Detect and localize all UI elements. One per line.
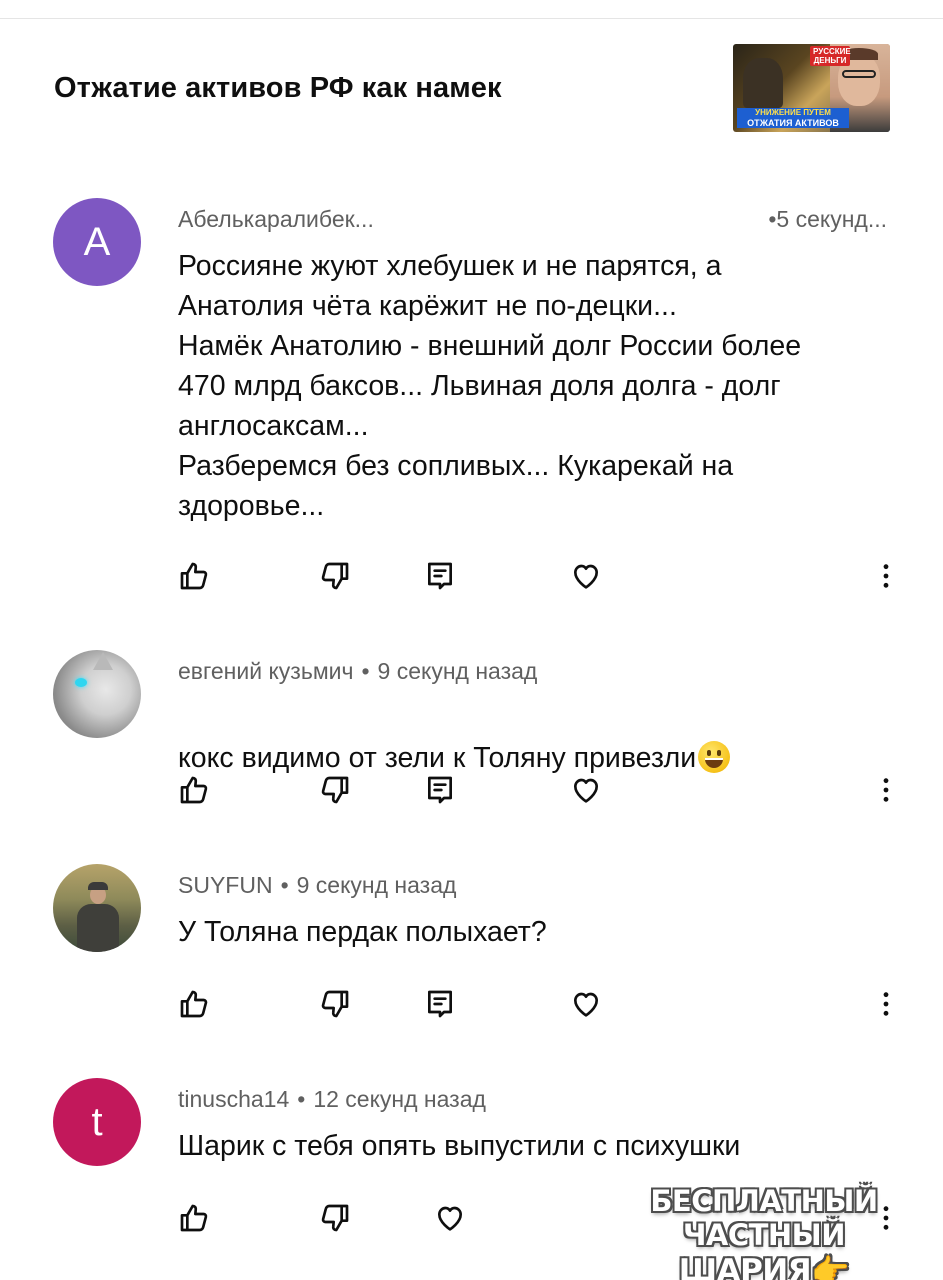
avatar-cat-eye	[75, 678, 87, 687]
more-vertical-icon	[883, 564, 889, 588]
reply-icon	[428, 562, 452, 590]
top-divider	[0, 18, 943, 19]
comment-meta: tinuscha14 • 12 секунд назад	[178, 1086, 486, 1113]
comment-meta: •5 секунд...	[768, 206, 887, 233]
thumb-up-icon	[180, 990, 208, 1018]
thumb-down-icon	[321, 990, 349, 1018]
heart-button[interactable]	[566, 770, 606, 810]
thumb-down-icon	[321, 562, 349, 590]
dislike-button[interactable]	[315, 1198, 355, 1238]
comment-actions	[0, 984, 943, 1024]
video-title[interactable]: Отжатие активов РФ как намек	[54, 72, 502, 105]
grinning-face-emoji-icon	[698, 741, 731, 773]
watermark-line1: БЕСПЛАТНЫЙ ЧАСТНЫЙ	[650, 1184, 878, 1252]
heart-button[interactable]	[566, 984, 606, 1024]
thumb-up-icon	[180, 1204, 208, 1232]
meta-separator: •	[361, 658, 370, 684]
watermark: БЕСПЛАТНЫЙ ЧАСТНЫЙ ШАРИЯ👉Sharij.net	[604, 1184, 924, 1280]
comment-time: 9 секунд назад	[377, 658, 538, 684]
heart-icon	[574, 778, 598, 803]
thumb-down-icon	[321, 776, 349, 804]
reply-icon	[428, 990, 452, 1018]
heart-button[interactable]	[566, 556, 606, 596]
thumbnail-figure	[743, 58, 783, 108]
dislike-button[interactable]	[315, 556, 355, 596]
comment-meta: SUYFUN • 9 секунд назад	[178, 872, 456, 899]
heart-button[interactable]	[430, 1198, 470, 1238]
comment-author[interactable]: SUYFUN	[178, 872, 273, 898]
comment-author[interactable]: евгений кузьмич	[178, 658, 353, 684]
more-options-button[interactable]	[866, 556, 906, 596]
avatar[interactable]: t	[53, 1078, 141, 1166]
like-button[interactable]	[174, 556, 214, 596]
comment-time: 5 секунд...	[776, 206, 887, 232]
comment-author[interactable]: tinuscha14	[178, 1086, 289, 1112]
watermark-line2: ШАРИЯ👉Sharij.net	[678, 1253, 850, 1280]
thumbnail-badge: РУССКИЕ ДЕНЬГИ	[810, 46, 851, 66]
avatar[interactable]	[53, 864, 141, 952]
reply-button[interactable]	[420, 984, 460, 1024]
meta-separator: •	[280, 872, 289, 898]
comment-actions	[0, 770, 943, 810]
avatar[interactable]: A	[53, 198, 141, 286]
more-options-button[interactable]	[866, 770, 906, 810]
thumbnail-presenter-glasses	[842, 70, 876, 78]
comment-text: Шарик с тебя опять выпустили с психушки	[178, 1130, 741, 1162]
dislike-button[interactable]	[315, 770, 355, 810]
thumb-up-icon	[180, 562, 208, 590]
heart-icon	[574, 992, 598, 1017]
thumb-up-icon	[180, 776, 208, 804]
comment-text: Россияне жуют хлебушек и не парятся, а А…	[178, 250, 802, 522]
video-thumbnail[interactable]: РУССКИЕ ДЕНЬГИ УНИЖЕНИЕ ПУТЕМ ОТЖАТИЯ АК…	[733, 44, 890, 132]
like-button[interactable]	[174, 770, 214, 810]
thumbnail-caption-line2: ОТЖАТИЯ АКТИВОВ	[737, 118, 849, 128]
video-header[interactable]: Отжатие активов РФ как намек РУССКИЕ ДЕН…	[0, 40, 943, 140]
comment-time: 12 секунд назад	[313, 1086, 486, 1112]
avatar-letter: A	[83, 219, 111, 264]
heart-icon	[574, 564, 598, 589]
reply-button[interactable]	[420, 556, 460, 596]
reply-icon	[428, 776, 452, 804]
thumbnail-caption: УНИЖЕНИЕ ПУТЕМ ОТЖАТИЯ АКТИВОВ	[737, 108, 849, 128]
heart-icon	[438, 1206, 462, 1231]
more-vertical-icon	[883, 778, 889, 802]
avatar-person-cap	[88, 882, 108, 890]
comment-actions	[0, 556, 943, 596]
comment-meta: евгений кузьмич • 9 секунд назад	[178, 658, 537, 685]
more-vertical-icon	[883, 992, 889, 1016]
avatar[interactable]	[53, 650, 141, 738]
avatar-cat-ear	[93, 652, 113, 670]
comment-author[interactable]: Абелькаралибек...	[178, 206, 374, 233]
more-options-button[interactable]	[866, 984, 906, 1024]
like-button[interactable]	[174, 1198, 214, 1238]
dislike-button[interactable]	[315, 984, 355, 1024]
meta-separator: •	[297, 1086, 306, 1112]
comment-time: 9 секунд назад	[296, 872, 457, 898]
comment-text: кокс видимо от зели к Толяну привезли	[178, 698, 898, 778]
avatar-letter: t	[91, 1099, 103, 1144]
avatar-person-body	[77, 904, 119, 952]
reply-button[interactable]	[420, 770, 460, 810]
like-button[interactable]	[174, 984, 214, 1024]
thumbnail-caption-line1: УНИЖЕНИЕ ПУТЕМ	[737, 108, 849, 118]
comment-text: У Толяна пердак полыхает?	[178, 916, 547, 948]
thumb-down-icon	[321, 1204, 349, 1232]
